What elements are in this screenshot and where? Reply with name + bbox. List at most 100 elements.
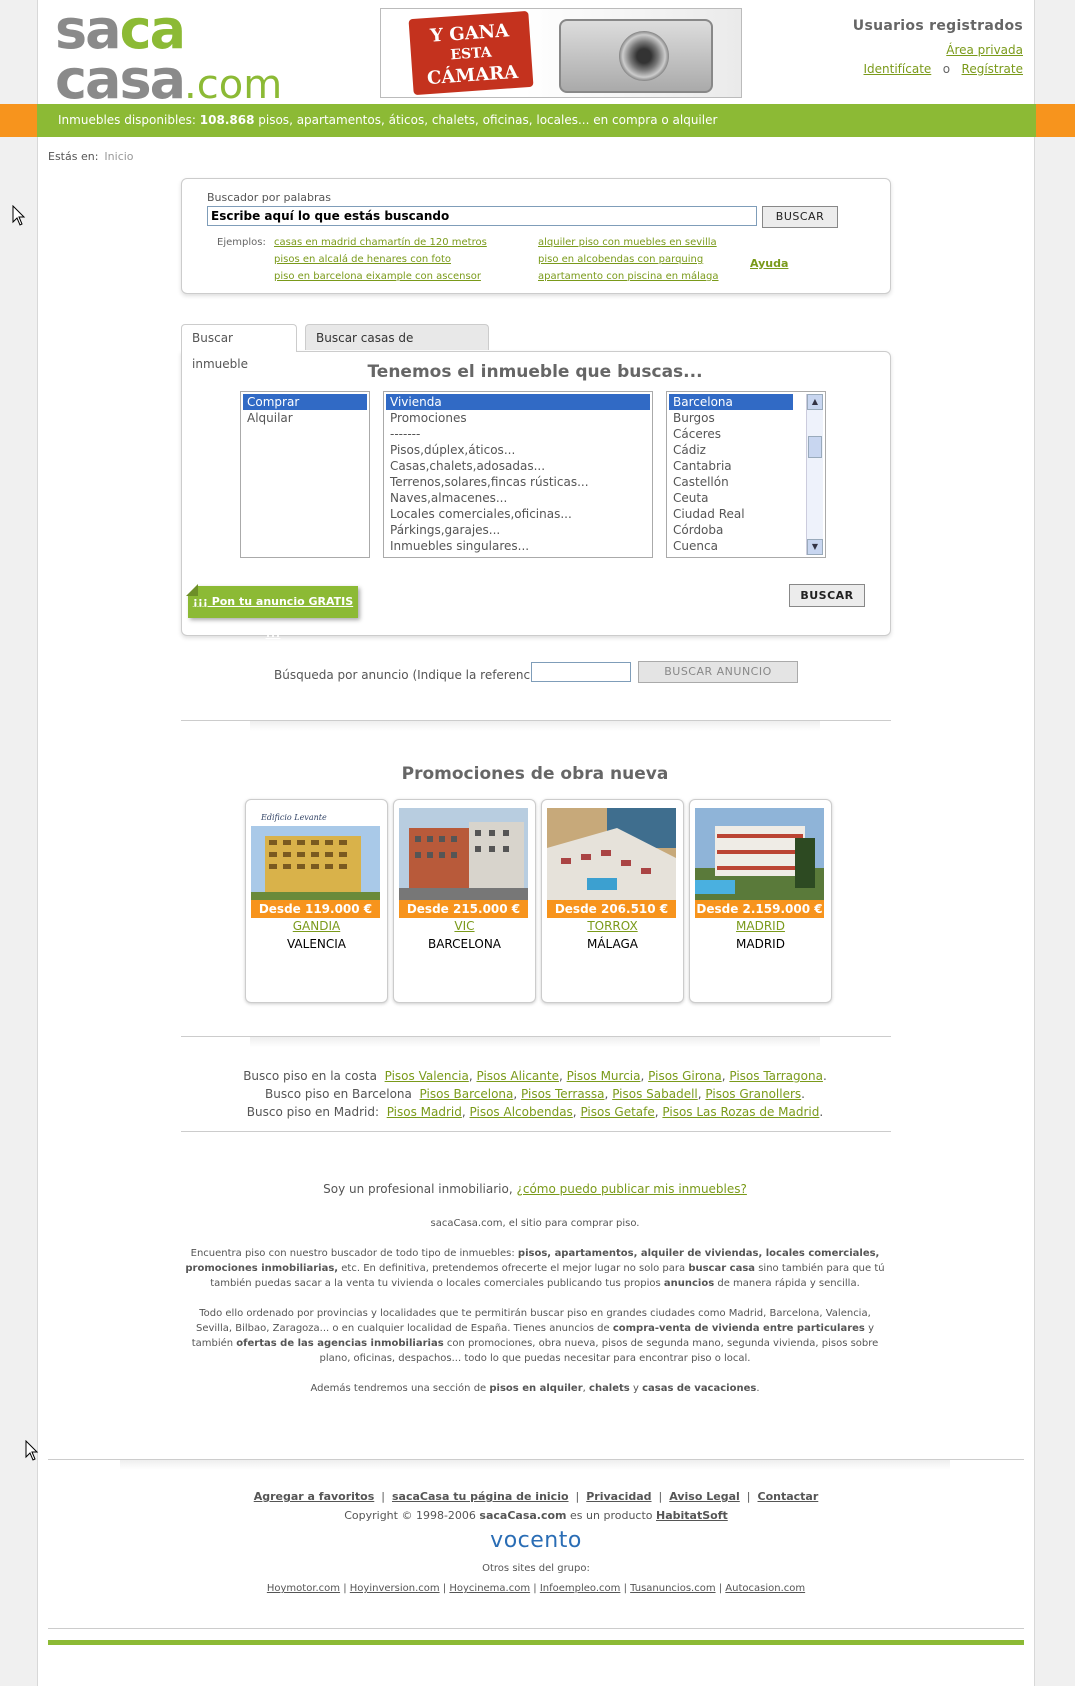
property-type-option[interactable]: Naves,almacenes...	[386, 490, 650, 506]
login-link[interactable]: Identifícate	[864, 62, 932, 76]
promo-town-link[interactable]: TORROX	[542, 919, 683, 933]
breadcrumb: Estás en: Inicio	[48, 150, 134, 163]
site-logo[interactable]: saca casa.com	[55, 3, 282, 110]
city-link[interactable]: Pisos Murcia	[567, 1069, 641, 1083]
promo-image	[399, 808, 528, 900]
city-link[interactable]: Pisos Alicante	[476, 1069, 559, 1083]
group-site-link[interactable]: Tusanuncios.com	[630, 1583, 715, 1594]
operation-option[interactable]: Alquilar	[243, 410, 367, 426]
promo-price: Desde 206.510 €	[547, 900, 676, 918]
quick-links: Busco piso en la costa Pisos Valencia, P…	[243, 1069, 827, 1119]
province-option[interactable]: Burgos	[669, 410, 793, 426]
divider	[48, 1628, 1024, 1629]
property-type-option[interactable]: Locales comerciales,oficinas...	[386, 506, 650, 522]
property-type-option[interactable]: Casas,chalets,adosadas...	[386, 458, 650, 474]
city-link[interactable]: Pisos Alcobendas	[470, 1105, 573, 1119]
group-site-link[interactable]: Autocasion.com	[725, 1583, 805, 1594]
user-panel: Usuarios registrados Área privada Identi…	[852, 18, 1023, 76]
promotions-title: Promociones de obra nueva	[401, 764, 669, 784]
scroll-down-icon[interactable]: ▼	[807, 539, 823, 555]
tab-buscar-inmueble[interactable]: Buscar inmueble	[181, 324, 297, 371]
province-select[interactable]: Barcelona Burgos Cáceres Cádiz Cantabria Cast…	[666, 391, 826, 558]
free-ad-button[interactable]: ¡¡¡ Pon tu anuncio GRATIS !!!	[186, 584, 358, 640]
property-type-option[interactable]: Promociones	[386, 410, 650, 426]
property-type-option[interactable]: Terrenos,solares,fincas rústicas...	[386, 474, 650, 490]
province-option[interactable]: Ciudad Real	[669, 506, 793, 522]
province-option[interactable]: Cantabria	[669, 458, 793, 474]
province-scrollbar[interactable]: ▲ ▼	[806, 394, 823, 555]
scroll-thumb[interactable]	[808, 436, 822, 458]
register-link[interactable]: Regístrate	[962, 62, 1023, 76]
footer-link[interactable]: sacaCasa tu página de inicio	[392, 1490, 569, 1503]
tab-casas-vacaciones[interactable]: Buscar casas de vacaciones	[305, 324, 489, 371]
city-link[interactable]: Pisos Terrassa	[521, 1087, 605, 1101]
province-option[interactable]: Cuenca	[669, 538, 793, 554]
property-type-option[interactable]: Inmuebles singulares...	[386, 538, 650, 554]
province-option[interactable]: Ceuta	[669, 490, 793, 506]
promo-image: Edificio Levante	[251, 808, 380, 900]
professional-line: Soy un profesional inmobiliario, ¿cómo p…	[323, 1182, 747, 1196]
city-link[interactable]: Pisos Granollers	[705, 1087, 801, 1101]
property-type-option[interactable]: Vivienda	[386, 394, 650, 410]
province-option[interactable]: Cádiz	[669, 442, 793, 458]
camera-promo-banner[interactable]: Y GANA ESTA CÁMARA	[380, 8, 742, 98]
keyword-search-button[interactable]: BUSCAR	[762, 206, 838, 228]
promo-price: Desde 2.159.000 €	[695, 900, 824, 918]
promo-province: MÁLAGA	[586, 937, 639, 951]
habitatsoft-link[interactable]: HabitatSoft	[656, 1509, 728, 1522]
promo-town-link[interactable]: GANDIA	[246, 919, 387, 933]
property-type-option[interactable]: Pisos,dúplex,áticos...	[386, 442, 650, 458]
city-link[interactable]: Pisos Barcelona	[420, 1087, 514, 1101]
keyword-search-box: Buscador por palabras BUSCAR Ejemplos: c…	[181, 178, 891, 294]
breadcrumb-home[interactable]: Inicio	[104, 150, 133, 163]
scroll-up-icon[interactable]: ▲	[807, 394, 823, 410]
promo-card[interactable]: Desde 2.159.000 € MADRID MADRID	[689, 799, 832, 1003]
private-area-link[interactable]: Área privada	[946, 43, 1023, 57]
group-site-link[interactable]: Infoempleo.com	[540, 1583, 621, 1594]
province-option[interactable]: Castellón	[669, 474, 793, 490]
property-type-select[interactable]: Vivienda Promociones ------- Pisos,dúplex,á…	[383, 391, 653, 558]
property-type-option[interactable]: -------	[386, 426, 650, 442]
reference-search-button[interactable]: BUSCAR ANUNCIO	[638, 661, 798, 683]
examples-column-1: casas en madrid chamartín de 120 metros …	[274, 234, 487, 285]
example-link[interactable]: piso en alcobendas con parquing	[538, 251, 719, 268]
publish-link[interactable]: ¿cómo puedo publicar mis inmuebles?	[516, 1182, 746, 1196]
example-link[interactable]: piso en barcelona eixample con ascensor	[274, 268, 487, 285]
site-description: sacaCasa.com, el sitio para comprar piso…	[185, 1218, 885, 1394]
help-link[interactable]: Ayuda	[750, 257, 788, 270]
example-link[interactable]: alquiler piso con muebles en sevilla	[538, 234, 719, 251]
vocento-logo[interactable]: vocento	[48, 1528, 1024, 1553]
footer-link[interactable]: Contactar	[758, 1490, 819, 1503]
example-link[interactable]: pisos en alcalá de henares con foto	[274, 251, 487, 268]
group-site-link[interactable]: Hoycinema.com	[449, 1583, 530, 1594]
operation-select[interactable]: Comprar Alquilar	[240, 391, 370, 558]
promo-card[interactable]: Desde 206.510 € TORROX MÁLAGA	[541, 799, 684, 1003]
city-link[interactable]: Pisos Valencia	[385, 1069, 469, 1083]
footer-links: Agregar a favoritos | sacaCasa tu página…	[48, 1490, 1024, 1522]
example-link[interactable]: apartamento con piscina en málaga	[538, 268, 719, 285]
province-option[interactable]: Córdoba	[669, 522, 793, 538]
finder-search-button[interactable]: BUSCAR	[789, 584, 865, 607]
city-link[interactable]: Pisos Madrid	[387, 1105, 462, 1119]
property-type-option[interactable]: Párkings,garajes...	[386, 522, 650, 538]
promo-card[interactable]: Desde 215.000 € VIC BARCELONA	[393, 799, 536, 1003]
city-link[interactable]: Pisos Sabadell	[612, 1087, 698, 1101]
city-link[interactable]: Pisos Las Rozas de Madrid	[662, 1105, 819, 1119]
group-site-link[interactable]: Hoyinversion.com	[350, 1583, 440, 1594]
province-option[interactable]: Barcelona	[669, 394, 793, 410]
footer-link[interactable]: Aviso Legal	[669, 1490, 740, 1503]
footer-link[interactable]: Agregar a favoritos	[254, 1490, 375, 1503]
group-site-link[interactable]: Hoymotor.com	[267, 1583, 340, 1594]
city-link[interactable]: Pisos Girona	[648, 1069, 722, 1083]
example-link[interactable]: casas en madrid chamartín de 120 metros	[274, 234, 487, 251]
operation-option[interactable]: Comprar	[243, 394, 367, 410]
footer-link[interactable]: Privacidad	[586, 1490, 651, 1503]
city-link[interactable]: Pisos Getafe	[580, 1105, 654, 1119]
keyword-search-input[interactable]	[207, 206, 757, 226]
province-option[interactable]: Cáceres	[669, 426, 793, 442]
reference-input[interactable]	[531, 662, 631, 682]
promo-town-link[interactable]: VIC	[394, 919, 535, 933]
promo-town-link[interactable]: MADRID	[690, 919, 831, 933]
promo-card[interactable]: Edificio Levante Desde 119.000 € GANDIA …	[245, 799, 388, 1003]
city-link[interactable]: Pisos Tarragona	[729, 1069, 823, 1083]
